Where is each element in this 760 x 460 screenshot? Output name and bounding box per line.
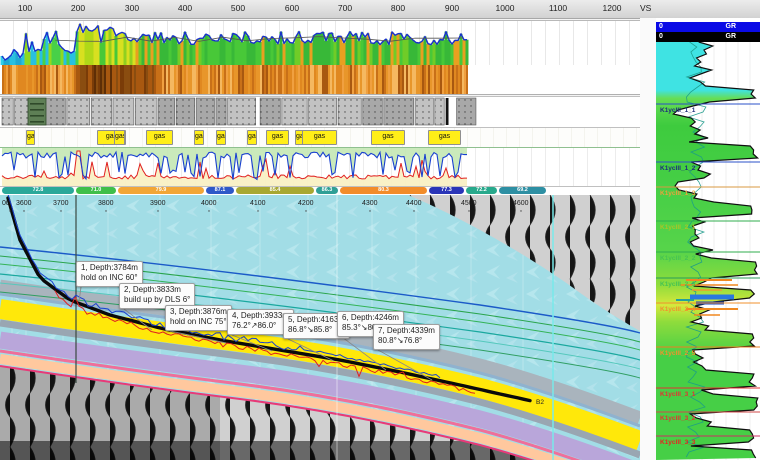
formation-top-label: K1ycIII_2_3 [660,281,696,288]
ruler-tick: 1200 [595,3,629,13]
gas-show-flag: gas [114,130,125,145]
track-inclination-bar[interactable]: 72.871.079.987.185.486.380.377.372.269.2 [0,187,640,195]
svg-text:4000: 4000 [201,200,217,207]
formation-top-label: K1ycIII_3_3 [660,439,696,446]
annotation-depth: 6, Depth:4246m [342,313,399,323]
gas-show-flag: gas [428,130,461,145]
track-gr-res-curves[interactable] [0,148,640,187]
ruler-tick: 200 [61,3,95,13]
track-amplitude-curve[interactable] [0,20,640,66]
trajectory-end-label: B2 [536,399,544,406]
inclination-segment: 72.8 [2,187,74,194]
ruler-tick: 600 [275,3,309,13]
seismic-section[interactable]: 00 3600 3700 3800 3900 4000 4100 4200 4300 4400 45… [0,195,640,460]
lithology-svg [0,97,640,127]
annotation-depth: 1, Depth:3784m [81,263,138,273]
formation-top-label: K1ycIII_2_5 [660,350,696,357]
inclination-segment: 80.3 [340,187,427,194]
ruler-tick: 700 [328,3,362,13]
ruler-tick: 1100 [541,3,575,13]
trajectory-annotation-7[interactable]: 7, Depth:4339m80.8°↘76.8° [373,324,440,350]
inclination-segment: 86.3 [316,187,338,194]
svg-text:4400: 4400 [406,200,422,207]
inclination-segment: 77.3 [429,187,464,194]
svg-text:4200: 4200 [298,200,314,207]
gr-correlation-panel[interactable]: 0 GR 0 GR K1ycIII_1_1K1ycIII_1_2K1ycIII_… [656,18,760,460]
gas-show-flag: gas [26,130,35,145]
ruler-tick: 100 [8,3,42,13]
vdl-orange-svg [0,65,640,94]
gr-curve-name-2: GR [726,32,737,42]
gas-show-flag: gas [266,130,289,145]
formation-top-label: K1ycIII_1_1 [660,107,696,114]
inclination-segment: 79.9 [118,187,204,194]
formation-top-label: K1ycIII_2_2 [660,255,696,262]
ruler-tick: 900 [435,3,469,13]
gr-header-black: 0 GR [656,32,760,42]
annotation-detail: 76.2°↗86.0° [232,321,289,331]
svg-text:3600: 3600 [16,200,32,207]
formation-top-label: K1ycIII_1_2 [660,165,696,172]
ruler-vs-label: VS [640,3,651,13]
annotation-detail: 80.8°↘76.8° [378,336,435,346]
ruler-tick: 500 [221,3,255,13]
gr-header-blue: 0 GR [656,22,760,32]
svg-text:4100: 4100 [250,200,266,207]
svg-text:3800: 3800 [98,200,114,207]
annotation-depth: 3, Depth:3876m [170,307,227,317]
annotation-depth: 4, Depth:3933m [232,311,289,321]
svg-text:00: 00 [2,200,10,207]
gas-show-flag: gas [247,130,257,145]
gr-scale-min-2: 0 [659,32,663,42]
annotation-depth: 2, Depth:3833m [124,285,190,295]
inclination-segment: 71.0 [76,187,116,194]
trajectory-annotation-3[interactable]: 3, Depth:3876mhold on INC 75° [165,305,232,331]
amplitude-curve-svg [0,21,640,65]
gr-scale-min: 0 [659,22,663,32]
track-lithology[interactable] [0,96,640,128]
svg-text:3700: 3700 [53,200,69,207]
inclination-segment: 69.2 [499,187,546,194]
annotation-detail: hold on INC 75° [170,317,227,327]
track-vdl-orange[interactable] [0,65,640,95]
gr-curve-svg: K1ycIII_1_1 K1ycIII_1_2 K1ycIII_1_3 K1ycIII… [656,42,760,460]
inclination-segment: 72.2 [466,187,497,194]
formation-top-label: K1ycIII_3_2 [660,415,696,422]
vs-ruler[interactable]: 100 200 300 400 500 600 700 800 900 1000 1100 1200 V… [0,0,760,19]
ruler-tick: 400 [168,3,202,13]
formation-top-label: K1ycIII_2_4 [660,306,696,313]
geosteering-window: 100 200 300 400 500 600 700 800 900 1000 1100 1200 V… [0,0,760,460]
formation-top-label: K1ycIII_2_1 [660,224,696,231]
ruler-tick: 1000 [488,3,522,13]
ruler-tick: 800 [381,3,415,13]
svg-text:4500: 4500 [461,200,477,207]
annotation-depth: 7, Depth:4339m [378,326,435,336]
formation-top-label: K1ycIII_1_3 [660,190,696,197]
formation-top-label: K1ycIII_3_1 [660,391,696,398]
gas-show-flag: gas [216,130,226,145]
panel-gap [640,18,657,460]
gas-show-flag: gas [302,130,337,145]
svg-text:3900: 3900 [150,200,166,207]
gas-show-flag: gas [194,130,204,145]
ruler-tick: 300 [115,3,149,13]
svg-text:4600: 4600 [513,200,529,207]
inclination-segment: 85.4 [236,187,314,194]
svg-text:4300: 4300 [362,200,378,207]
gr-res-curves-svg [0,148,640,186]
gas-show-flag: gas [371,130,405,145]
track-gas-shows[interactable]: gasgasgasgasgasgasgasgasgasgasgasgas [0,128,640,148]
inclination-segment: 87.1 [206,187,234,194]
gas-show-flag: gas [146,130,173,145]
gr-curve-name: GR [726,22,737,32]
